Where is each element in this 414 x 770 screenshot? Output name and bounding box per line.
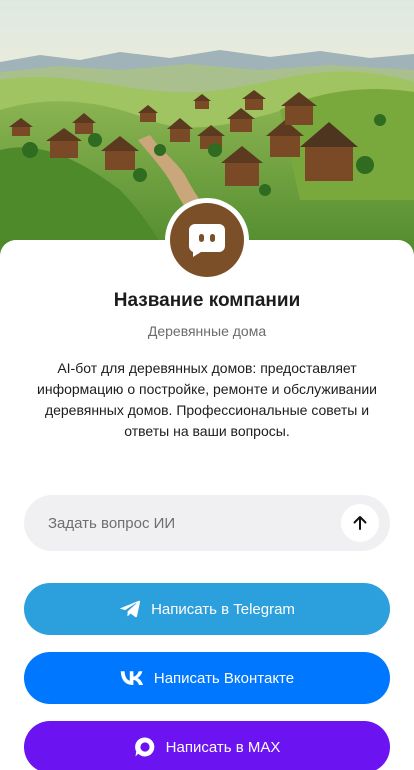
vk-icon bbox=[120, 671, 144, 685]
telegram-button-label: Написать в Telegram bbox=[151, 600, 295, 618]
ask-ai-field bbox=[24, 495, 390, 551]
company-subtitle: Деревянные дома bbox=[147, 323, 267, 339]
max-button[interactable]: Написать в MAX bbox=[24, 721, 390, 770]
vk-button[interactable]: Написать Вконтакте bbox=[24, 652, 390, 704]
telegram-button[interactable]: Написать в Telegram bbox=[24, 583, 390, 635]
company-description: AI-бот для деревянных домов: предоставля… bbox=[37, 360, 377, 439]
ask-ai-input[interactable] bbox=[24, 495, 334, 551]
company-name: Название компании bbox=[113, 290, 301, 311]
avatar-circle bbox=[170, 203, 244, 277]
send-button[interactable] bbox=[341, 504, 379, 542]
max-button-label: Написать в MAX bbox=[165, 738, 281, 756]
company-avatar bbox=[165, 198, 249, 282]
telegram-icon bbox=[119, 599, 141, 619]
vk-button-label: Написать Вконтакте bbox=[153, 669, 295, 687]
arrow-up-icon bbox=[353, 516, 367, 530]
max-icon bbox=[134, 736, 156, 758]
chat-bot-icon bbox=[188, 224, 225, 257]
